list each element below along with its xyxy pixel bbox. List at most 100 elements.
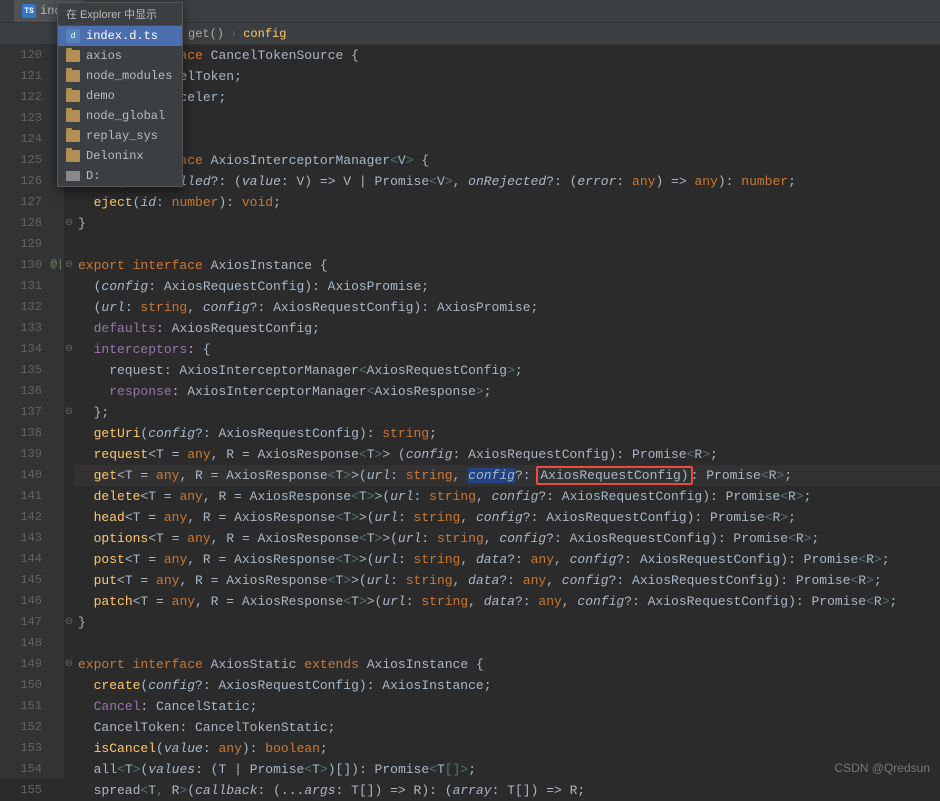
line-number[interactable]: 140 — [0, 465, 42, 486]
line-number[interactable]: 127 — [0, 192, 42, 213]
line-number[interactable]: 123 — [0, 108, 42, 129]
code-line[interactable]: patch<T = any, R = AxiosResponse<T>>(url… — [74, 591, 940, 612]
code-line[interactable]: request<T = any, R = AxiosResponse<T>> (… — [74, 444, 940, 465]
line-number[interactable]: 151 — [0, 696, 42, 717]
gutter-mark — [50, 675, 64, 696]
code-line[interactable]: request: AxiosInterceptorManager<AxiosRe… — [74, 360, 940, 381]
line-number[interactable]: 146 — [0, 591, 42, 612]
line-number[interactable]: 155 — [0, 780, 42, 801]
line-number[interactable]: 153 — [0, 738, 42, 759]
code-line[interactable]: export interface CancelTokenSource { — [74, 45, 940, 66]
line-number[interactable]: 137 — [0, 402, 42, 423]
fold-toggle[interactable]: ⊖ — [64, 612, 74, 633]
code-line[interactable]: post<T = any, R = AxiosResponse<T>>(url:… — [74, 549, 940, 570]
line-number[interactable]: 141 — [0, 486, 42, 507]
line-number[interactable]: 149 — [0, 654, 42, 675]
code-line[interactable]: (config: AxiosRequestConfig): AxiosPromi… — [74, 276, 940, 297]
line-number[interactable]: 133 — [0, 318, 42, 339]
context-menu-item[interactable]: node_global — [58, 106, 182, 126]
code-area[interactable]: export interface CancelTokenSource { tok… — [74, 45, 940, 779]
code-line[interactable] — [74, 234, 940, 255]
context-menu-item[interactable]: Deloninx — [58, 146, 182, 166]
code-line[interactable]: head<T = any, R = AxiosResponse<T>>(url:… — [74, 507, 940, 528]
code-line[interactable]: }; — [74, 402, 940, 423]
code-line[interactable] — [74, 633, 940, 654]
context-menu-item[interactable]: axios — [58, 46, 182, 66]
line-number[interactable]: 154 — [0, 759, 42, 780]
line-number[interactable]: 139 — [0, 444, 42, 465]
line-number[interactable]: 144 — [0, 549, 42, 570]
code-line[interactable]: token: CancelToken; — [74, 66, 940, 87]
code-line[interactable]: response: AxiosInterceptorManager<AxiosR… — [74, 381, 940, 402]
code-line[interactable]: spread<T, R>(callback: (...args: T[]) =>… — [74, 780, 940, 801]
gutter-mark — [50, 654, 64, 675]
line-number[interactable]: 131 — [0, 276, 42, 297]
line-number-gutter[interactable]: 1201211221231241251261271281291301311321… — [0, 45, 50, 779]
code-line[interactable]: defaults: AxiosRequestConfig; — [74, 318, 940, 339]
line-number[interactable]: 126 — [0, 171, 42, 192]
line-number[interactable]: 132 — [0, 297, 42, 318]
line-number[interactable]: 135 — [0, 360, 42, 381]
code-line[interactable]: Cancel: CancelStatic; — [74, 696, 940, 717]
context-menu-item[interactable]: node_modules — [58, 66, 182, 86]
gutter-mark — [50, 570, 64, 591]
code-line[interactable]: create(config?: AxiosRequestConfig): Axi… — [74, 675, 940, 696]
context-menu: 在 Explorer 中显示 dindex.d.tsaxiosnode_modu… — [57, 2, 183, 187]
line-number[interactable]: 122 — [0, 87, 42, 108]
code-line[interactable]: options<T = any, R = AxiosResponse<T>>(u… — [74, 528, 940, 549]
code-line[interactable]: export interface AxiosInterceptorManager… — [74, 150, 940, 171]
breadcrumb-sep: › — [230, 27, 237, 41]
line-number[interactable]: 147 — [0, 612, 42, 633]
context-menu-item[interactable]: D: — [58, 166, 182, 186]
code-line[interactable]: export interface AxiosInstance { — [74, 255, 940, 276]
fold-toggle[interactable]: ⊖ — [64, 402, 74, 423]
code-line[interactable]: (url: string, config?: AxiosRequestConfi… — [74, 297, 940, 318]
line-number[interactable]: 130 — [0, 255, 42, 276]
context-menu-item[interactable]: replay_sys — [58, 126, 182, 146]
line-number[interactable]: 125 — [0, 150, 42, 171]
drive-icon — [66, 171, 80, 181]
code-line[interactable]: CancelToken: CancelTokenStatic; — [74, 717, 940, 738]
fold-toggle[interactable]: ⊖ — [64, 339, 74, 360]
code-line[interactable]: eject(id: number): void; — [74, 192, 940, 213]
line-number[interactable]: 121 — [0, 66, 42, 87]
line-number[interactable]: 142 — [0, 507, 42, 528]
line-number[interactable]: 124 — [0, 129, 42, 150]
line-number[interactable]: 152 — [0, 717, 42, 738]
code-line[interactable]: } — [74, 108, 940, 129]
line-number[interactable]: 129 — [0, 234, 42, 255]
code-line[interactable]: cancel: Canceler; — [74, 87, 940, 108]
fold-toggle — [64, 444, 74, 465]
line-number[interactable]: 145 — [0, 570, 42, 591]
fold-toggle — [64, 633, 74, 654]
code-line[interactable]: isCancel(value: any): boolean; — [74, 738, 940, 759]
line-number[interactable]: 148 — [0, 633, 42, 654]
code-line[interactable]: interceptors: { — [74, 339, 940, 360]
code-line[interactable] — [74, 129, 940, 150]
gutter-mark — [50, 297, 64, 318]
code-line[interactable]: put<T = any, R = AxiosResponse<T>>(url: … — [74, 570, 940, 591]
fold-toggle[interactable]: ⊖ — [64, 213, 74, 234]
code-line[interactable]: } — [74, 213, 940, 234]
code-line[interactable]: use(onFulfilled?: (value: V) => V | Prom… — [74, 171, 940, 192]
line-number[interactable]: 143 — [0, 528, 42, 549]
gutter-mark — [50, 213, 64, 234]
code-line[interactable]: getUri(config?: AxiosRequestConfig): str… — [74, 423, 940, 444]
line-number[interactable]: 120 — [0, 45, 42, 66]
code-line[interactable]: delete<T = any, R = AxiosResponse<T>>(ur… — [74, 486, 940, 507]
code-line[interactable]: get<T = any, R = AxiosResponse<T>>(url: … — [74, 465, 940, 486]
line-number[interactable]: 136 — [0, 381, 42, 402]
line-number[interactable]: 128 — [0, 213, 42, 234]
code-line[interactable]: export interface AxiosStatic extends Axi… — [74, 654, 940, 675]
fold-toggle[interactable]: ⊖ — [64, 255, 74, 276]
context-menu-item[interactable]: demo — [58, 86, 182, 106]
line-number[interactable]: 134 — [0, 339, 42, 360]
line-number[interactable]: 138 — [0, 423, 42, 444]
context-menu-item[interactable]: dindex.d.ts — [58, 26, 182, 46]
code-line[interactable]: all<T>(values: (T | Promise<T>)[]): Prom… — [74, 759, 940, 780]
gutter-mark — [50, 192, 64, 213]
code-line[interactable]: } — [74, 612, 940, 633]
folder-icon — [66, 150, 80, 162]
line-number[interactable]: 150 — [0, 675, 42, 696]
fold-toggle[interactable]: ⊖ — [64, 654, 74, 675]
